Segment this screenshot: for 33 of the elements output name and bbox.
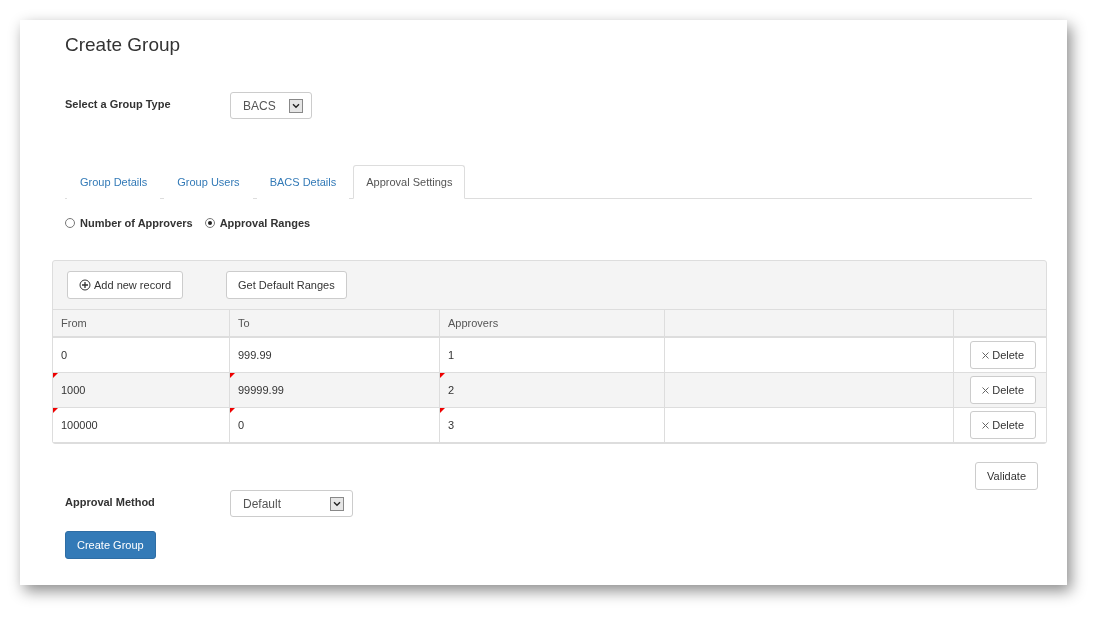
- column-header: Approvers: [440, 310, 665, 338]
- table-cell: 1: [440, 338, 665, 373]
- add-record-button[interactable]: Add new record: [67, 271, 184, 299]
- table-cell: 0: [53, 338, 230, 373]
- table-cell: 100000: [53, 408, 230, 443]
- field-label: Approval Method: [65, 495, 156, 508]
- close-icon: [982, 351, 990, 359]
- create-group-button[interactable]: Create Group: [65, 531, 156, 559]
- field-label: Select a Group Type: [65, 97, 172, 110]
- tab[interactable]: Approval Settings: [353, 165, 466, 199]
- delete-button[interactable]: Delete: [970, 376, 1036, 404]
- radio-label: Number of Approvers: [80, 217, 193, 229]
- page-title: Create Group: [65, 34, 182, 56]
- delete-button[interactable]: Delete: [970, 341, 1036, 369]
- table-cell: 1000: [53, 373, 230, 408]
- group-type-select[interactable]: BACS: [230, 92, 312, 119]
- close-icon: [982, 421, 990, 429]
- caret-icon: [289, 98, 303, 113]
- column-header: To: [230, 310, 440, 338]
- table-cell: 2: [440, 373, 665, 408]
- validate-button[interactable]: Validate: [975, 462, 1038, 490]
- default-ranges-button[interactable]: Get Default Ranges: [226, 271, 347, 299]
- delete-button[interactable]: Delete: [970, 411, 1036, 439]
- caret-icon: [330, 496, 344, 511]
- column-header: From: [53, 310, 230, 338]
- plus-circle-icon: [79, 279, 91, 291]
- close-icon: [982, 386, 990, 394]
- table-cell: 999.99: [230, 338, 440, 373]
- table-cell: 0: [230, 408, 440, 443]
- table-cell: 3: [440, 408, 665, 443]
- table-cell: 99999.99: [230, 373, 440, 408]
- radio-label: Approval Ranges: [219, 217, 311, 229]
- approval-method-select[interactable]: Default: [230, 490, 353, 517]
